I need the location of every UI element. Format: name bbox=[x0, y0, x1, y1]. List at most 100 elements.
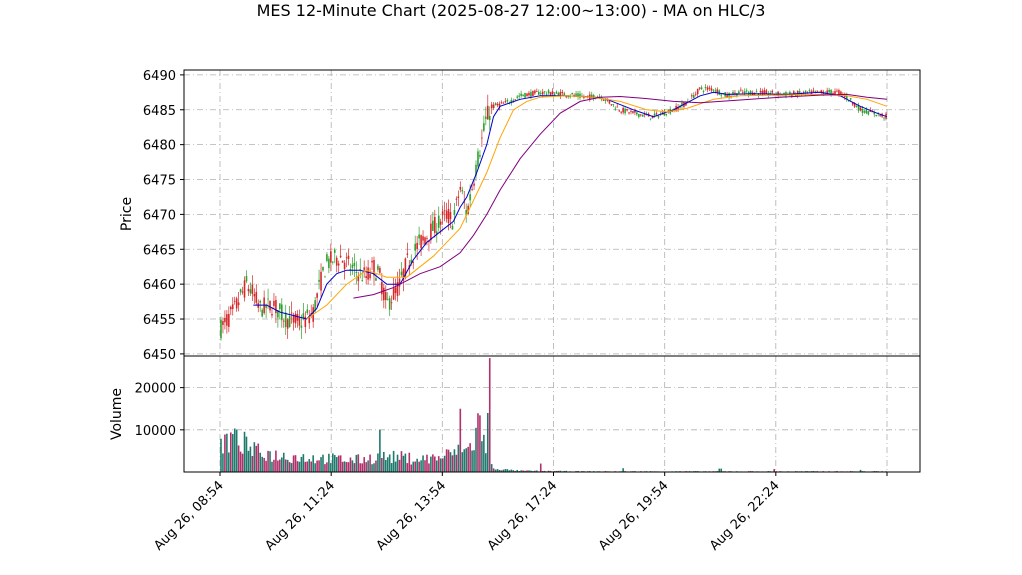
volume-bar bbox=[459, 408, 462, 472]
candle-body bbox=[745, 90, 748, 92]
volume-bar bbox=[333, 455, 336, 472]
candle-body bbox=[496, 103, 499, 106]
candle-body bbox=[855, 106, 858, 107]
candle-body bbox=[710, 88, 713, 91]
candle-body bbox=[590, 94, 593, 97]
candle-body bbox=[414, 243, 416, 251]
volume-bar bbox=[445, 449, 448, 472]
candle-body bbox=[694, 93, 697, 95]
candle-body bbox=[547, 90, 550, 94]
candle-body bbox=[384, 291, 387, 301]
volume-bar bbox=[720, 468, 723, 472]
price-plot-frame bbox=[183, 69, 921, 357]
volume-bar bbox=[267, 450, 269, 472]
candle-body bbox=[332, 261, 334, 263]
candle-body bbox=[639, 114, 642, 116]
candle-body bbox=[720, 94, 723, 96]
candle-body bbox=[618, 110, 621, 112]
candle-body bbox=[696, 88, 699, 95]
volume-bar bbox=[539, 463, 542, 472]
candle-body bbox=[341, 260, 344, 263]
candle-body bbox=[477, 151, 479, 167]
candle-body bbox=[400, 271, 403, 276]
volume-bar bbox=[330, 463, 332, 472]
candle-body bbox=[624, 108, 626, 114]
candle-body bbox=[536, 91, 538, 92]
x-tick-label: Aug 26, 19:54 bbox=[596, 478, 672, 554]
volume-bar bbox=[282, 452, 285, 472]
volume-bar bbox=[255, 445, 258, 472]
candle-body bbox=[345, 257, 348, 259]
candle-body bbox=[524, 93, 526, 98]
volume-bar bbox=[310, 461, 313, 472]
candle-body bbox=[224, 317, 226, 323]
volume-bar bbox=[237, 445, 240, 472]
volume-bar bbox=[339, 455, 342, 472]
volume-bar bbox=[437, 456, 440, 472]
x-tick-label: Aug 26, 13:54 bbox=[374, 478, 450, 554]
price-tick-label: 6450 bbox=[143, 348, 176, 363]
volume-bar bbox=[337, 455, 340, 472]
candle-body bbox=[302, 313, 305, 319]
candle-body bbox=[449, 211, 452, 219]
candle-body bbox=[539, 92, 542, 94]
volume-bar bbox=[318, 460, 320, 472]
volume-bar bbox=[461, 452, 464, 472]
candle-body bbox=[316, 293, 318, 298]
candle-body bbox=[483, 123, 485, 131]
volume-bar bbox=[447, 449, 450, 472]
volume-bar bbox=[286, 459, 289, 472]
volume-bar bbox=[314, 463, 316, 472]
candle-body bbox=[286, 319, 289, 329]
candle-body bbox=[575, 93, 577, 96]
candle-body bbox=[253, 293, 256, 297]
candle-body bbox=[537, 91, 540, 95]
candle-body bbox=[563, 93, 566, 96]
candle-body bbox=[486, 105, 489, 120]
candle-body bbox=[426, 238, 428, 239]
volume-bar bbox=[406, 463, 409, 472]
price-tick-label: 6460 bbox=[143, 278, 176, 293]
volume-bar bbox=[261, 456, 263, 472]
candle-body bbox=[459, 186, 462, 190]
candle-body bbox=[275, 300, 277, 314]
candle-body bbox=[226, 314, 228, 326]
volume-bar bbox=[432, 454, 434, 472]
candle-body bbox=[692, 94, 695, 99]
volume-bar bbox=[434, 456, 436, 472]
candle-body bbox=[451, 225, 454, 230]
volume-bar bbox=[388, 454, 391, 472]
volume-bar bbox=[235, 429, 238, 472]
chart: MES 12-Minute Chart (2025-08-27 12:00~13… bbox=[109, 1, 921, 554]
candle-body bbox=[561, 91, 564, 94]
volume-bar bbox=[481, 441, 483, 472]
volume-bar bbox=[392, 450, 395, 472]
volume-y-ticks: 10000 20000 bbox=[135, 382, 184, 439]
candle-body bbox=[228, 313, 230, 327]
candle-body bbox=[828, 89, 830, 93]
chart-title: MES 12-Minute Chart (2025-08-27 12:00~13… bbox=[257, 1, 766, 20]
volume-bar bbox=[451, 455, 454, 472]
volume-bar bbox=[486, 412, 489, 472]
candle-body bbox=[290, 312, 293, 314]
volume-bar bbox=[322, 454, 324, 472]
candle-body bbox=[638, 113, 640, 117]
volume-bar bbox=[233, 428, 236, 472]
volume-bar bbox=[390, 463, 393, 472]
volume-bar bbox=[220, 438, 222, 472]
candle-body bbox=[614, 108, 617, 110]
candle-body bbox=[318, 279, 320, 282]
candle-body bbox=[339, 255, 342, 258]
candle-body bbox=[422, 236, 424, 241]
candle-body bbox=[241, 291, 244, 293]
volume-bar bbox=[453, 449, 456, 472]
volume-bar bbox=[279, 459, 281, 472]
candle-body bbox=[836, 90, 838, 92]
volume-bar bbox=[367, 460, 369, 472]
candle-body bbox=[473, 183, 475, 186]
candle-body bbox=[502, 102, 505, 104]
volume-bar bbox=[412, 461, 415, 472]
volume-bar bbox=[365, 462, 367, 472]
candle-body bbox=[481, 137, 483, 139]
volume-bar bbox=[288, 462, 291, 472]
